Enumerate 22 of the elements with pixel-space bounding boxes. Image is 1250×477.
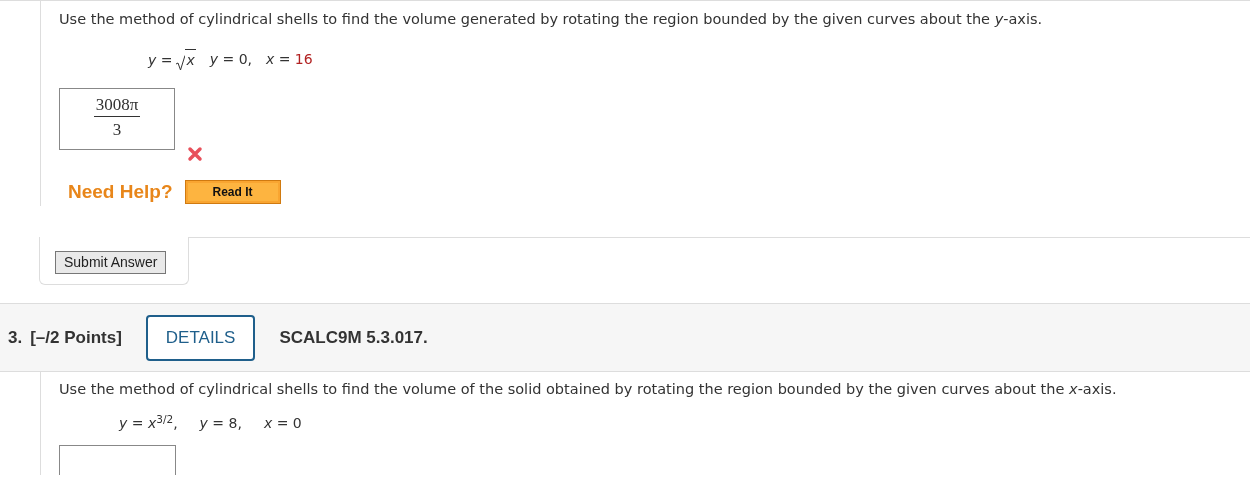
details-button[interactable]: DETAILS [145, 315, 256, 361]
equation-term: x = 0 [263, 414, 302, 433]
question-text: Use the method of cylindrical shells to find the volume of the solid obtained by rotating the region bounded by the given curves about the x-axis. [59, 380, 1118, 400]
question-code: SCALC9M 5.3.017. [279, 327, 428, 349]
square-root-icon [176, 54, 186, 71]
fraction-denominator: 3 [112, 118, 122, 141]
equation-term: y = x$^{3/2}$, [119, 413, 178, 433]
answer-field[interactable] [59, 445, 176, 475]
help-label: Need Help? [68, 179, 173, 204]
question-text: Use the method of cylindrical shells to find the volume generated by rotating the region bounded by the given curves about the y-axis. [59, 10, 1044, 29]
submit-answer-button[interactable]: Submit Answer [55, 251, 167, 275]
equation-term: y = [148, 50, 173, 70]
radicand: x [185, 48, 196, 71]
fraction-numerator: 3008π [93, 95, 141, 117]
highlighted-value: 16 [294, 49, 313, 69]
points-label: [–/2 Points] [30, 327, 122, 349]
equation-term: y = 8, [199, 414, 242, 433]
answer-field[interactable]: 3008π 3 [59, 87, 175, 150]
question-number: 3. [8, 327, 23, 349]
read-it-button[interactable]: Read It [184, 180, 281, 204]
equation-term: y = 0, [209, 49, 253, 69]
equation-term: x = [266, 49, 291, 69]
